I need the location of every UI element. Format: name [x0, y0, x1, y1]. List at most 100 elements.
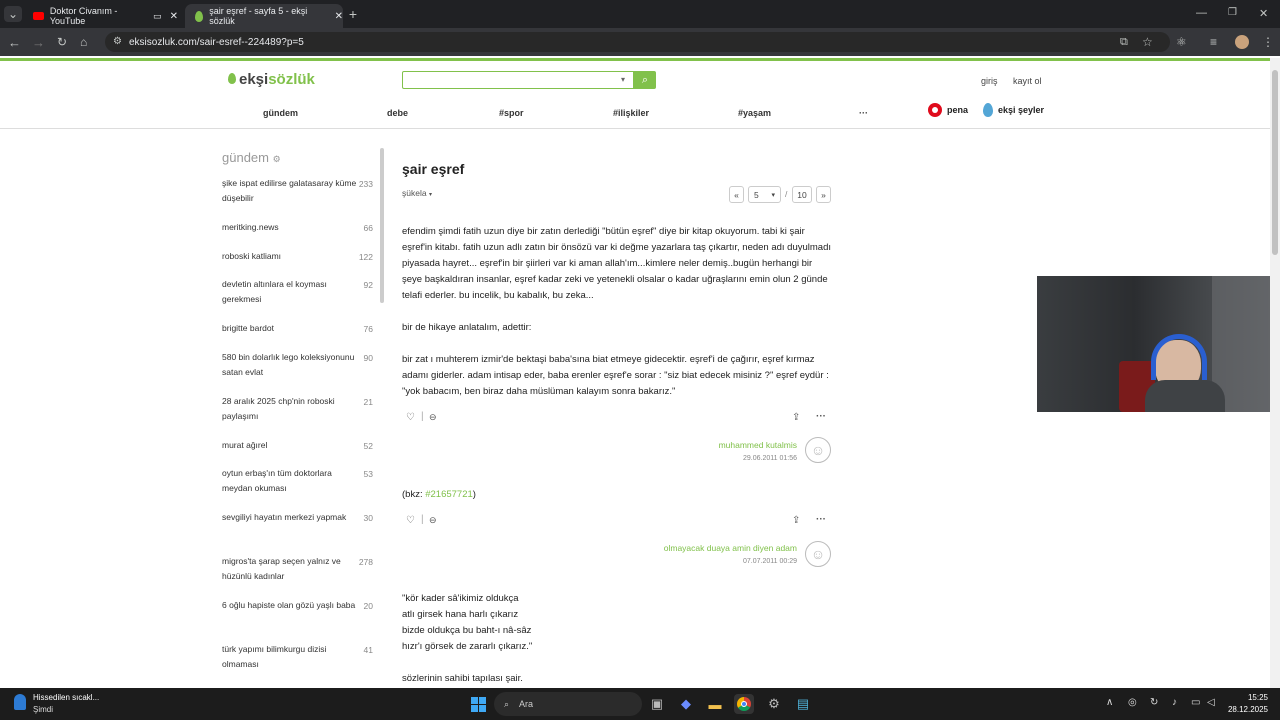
weather-title[interactable]: Hissedilen sıcakl... — [33, 693, 99, 702]
minus-vote-icon[interactable]: ⊖ — [429, 412, 437, 423]
sidebar-topic[interactable]: migros'ta şarap seçen yalnız ve hüzünlü … — [222, 554, 362, 584]
sidebar-heading[interactable]: gündem ⚙ — [222, 150, 281, 165]
window-close-icon[interactable]: ✕ — [1259, 7, 1268, 20]
profile-avatar[interactable] — [1235, 35, 1249, 49]
sidebar-topic[interactable]: şike ispat edilirse galatasaray küme düş… — [222, 176, 362, 206]
tray-app-icon[interactable]: ◎ — [1128, 697, 1137, 708]
eksi-seyler-label: ekşi şeyler — [998, 105, 1045, 115]
favorite-heart-icon[interactable]: ♡ — [406, 515, 415, 526]
favorite-heart-icon[interactable]: ♡ — [406, 412, 415, 423]
sidebar-topic[interactable]: roboski katliamı — [222, 249, 362, 264]
search-dropdown-icon[interactable]: ▾ — [621, 75, 625, 84]
reading-list-icon[interactable]: ≡ — [1210, 35, 1217, 49]
search-button[interactable]: ⌕ — [634, 71, 656, 89]
chevron-down-icon: ▾ — [428, 192, 432, 198]
nav-spor[interactable]: #spor — [499, 108, 524, 118]
sidebar-topic[interactable]: oytun erbaş'ın tüm doktorlara meydan oku… — [222, 466, 362, 496]
share-icon[interactable]: ⇪ — [792, 412, 800, 423]
settings-app-icon[interactable]: ⚙ — [764, 694, 784, 714]
tab-search-chevron-icon[interactable]: ⌄ — [4, 6, 22, 22]
install-app-icon[interactable]: ⧉ — [1120, 36, 1128, 49]
page-scrollbar-thumb[interactable] — [1272, 70, 1278, 255]
sidebar-topic[interactable]: 28 aralık 2025 chp'nin roboski paylaşımı — [222, 394, 362, 424]
volume-icon[interactable]: ◁ — [1207, 697, 1215, 708]
page-next-button[interactable]: » — [816, 186, 831, 203]
tray-sync-icon[interactable]: ↻ — [1150, 697, 1158, 708]
forward-icon[interactable]: → — [32, 35, 45, 50]
bookmark-star-icon[interactable]: ☆ — [1142, 35, 1153, 49]
weather-icon[interactable] — [14, 694, 26, 710]
minimize-icon[interactable]: — — [1196, 7, 1207, 19]
site-info-icon[interactable]: ⚙ — [113, 36, 122, 47]
page-prev-button[interactable]: « — [729, 186, 744, 203]
sidebar-topic[interactable]: devletin altınlara el koyması gerekmesi — [222, 277, 362, 307]
copilot-icon[interactable]: ◆ — [676, 694, 696, 714]
tab-close-icon[interactable]: ✕ — [335, 11, 343, 22]
sidebar-topic[interactable]: 6 oğlu hapiste olan gözü yaşlı baba — [222, 598, 362, 613]
avatar[interactable]: ☺ — [805, 541, 831, 567]
sidebar-topic[interactable]: murat ağırel — [222, 438, 362, 453]
network-icon[interactable]: ▭ — [1191, 697, 1200, 708]
pena-icon — [928, 103, 942, 117]
entry-date-2[interactable]: 07.07.2011 00:29 — [743, 558, 797, 565]
more-options-icon[interactable]: ··· — [816, 411, 826, 422]
entry-content-1-p3: bir zat ı muhterem izmir'de bektaşi baba… — [402, 354, 829, 397]
address-bar[interactable]: ⚙ eksisozluk.com/sair-esref--224489?p=5 — [105, 32, 1170, 52]
browser-toolbar: ← → ↻ ⌂ ⚙ eksisozluk.com/sair-esref--224… — [0, 28, 1280, 56]
site-logo[interactable]: ekşisözlük — [228, 71, 315, 88]
taskbar-search[interactable]: ⌕ Ara — [494, 692, 642, 716]
youtube-icon — [33, 12, 44, 20]
search-input[interactable]: ▾ — [402, 71, 634, 89]
chrome-icon[interactable] — [734, 694, 754, 714]
tray-chevron-icon[interactable]: ∧ — [1106, 697, 1113, 708]
page-last-button[interactable]: 10 — [792, 186, 812, 203]
nav-debe[interactable]: debe — [387, 108, 408, 118]
eksi-seyler-link[interactable]: ekşi şeyler — [983, 103, 1044, 117]
register-link[interactable]: kayıt ol — [1013, 76, 1042, 86]
new-tab-icon[interactable]: + — [346, 6, 360, 22]
file-explorer-icon[interactable]: ▬ — [705, 694, 725, 714]
clock-date[interactable]: 28.12.2025 — [1218, 705, 1268, 714]
tab-youtube[interactable]: Doktor Civanım - YouTube ▭ ✕ — [28, 4, 178, 28]
nav-iliskiler[interactable]: #ilişkiler — [613, 108, 649, 118]
sidebar-topic-count: 52 — [363, 440, 373, 451]
back-icon[interactable]: ← — [8, 35, 21, 50]
sidebar-topic[interactable]: 580 bin dolarlık lego koleksiyonunu sata… — [222, 350, 362, 380]
sidebar-topic[interactable]: sevgiliyi hayatın merkezi yapmak — [222, 510, 362, 525]
entry-content-3-line4: hızr'ı görsek de zararlı çıkarız." — [402, 641, 533, 652]
entry-author-2[interactable]: olmayacak duaya amin diyen adam — [664, 543, 797, 553]
tab-eksi[interactable]: şair eşref - sayfa 5 - ekşi sözlük ✕ — [185, 4, 343, 28]
nav-more[interactable]: ··· — [859, 108, 868, 118]
home-icon[interactable]: ⌂ — [80, 35, 87, 49]
sidebar-topic[interactable]: brigitte bardot — [222, 321, 362, 336]
topic-title[interactable]: şair eşref — [402, 161, 464, 177]
sort-dropdown[interactable]: şükela ▾ — [402, 188, 432, 198]
nav-yasam[interactable]: #yaşam — [738, 108, 771, 118]
notepad-icon[interactable]: ▤ — [793, 694, 813, 714]
pena-link[interactable]: pena — [928, 103, 968, 117]
more-options-icon[interactable]: ··· — [816, 514, 826, 525]
page-select[interactable]: 5 ▾ — [748, 186, 781, 203]
menu-kebab-icon[interactable]: ⋮ — [1262, 35, 1274, 49]
tab-close-icon[interactable]: ✕ — [170, 11, 178, 22]
sidebar-topic-count: 90 — [363, 352, 373, 363]
entry-date-1[interactable]: 29.06.2011 01:56 — [743, 455, 797, 462]
nav-gundem[interactable]: gündem — [263, 108, 298, 118]
restore-icon[interactable]: ❐ — [1228, 7, 1237, 18]
sidebar-topic[interactable]: türk yapımı bilimkurgu dizisi olmaması — [222, 642, 362, 672]
share-icon[interactable]: ⇪ — [792, 515, 800, 526]
reload-icon[interactable]: ↻ — [57, 35, 67, 49]
extensions-icon[interactable]: ⚛ — [1176, 35, 1187, 49]
microphone-icon[interactable]: ♪ — [1172, 697, 1177, 708]
login-link[interactable]: giriş — [981, 76, 998, 86]
clock-time[interactable]: 15:25 — [1228, 693, 1268, 702]
minus-vote-icon[interactable]: ⊖ — [429, 515, 437, 526]
windows-start-icon[interactable] — [468, 694, 488, 714]
sidebar-scrollbar[interactable] — [380, 148, 384, 303]
entry-author-1[interactable]: muhammed kutalmis — [719, 440, 797, 450]
avatar[interactable]: ☺ — [805, 437, 831, 463]
entry-reference-link[interactable]: #21657721 — [425, 489, 473, 500]
gear-icon[interactable]: ⚙ — [273, 154, 281, 164]
task-view-icon[interactable]: ▣ — [647, 694, 667, 714]
sidebar-topic[interactable]: meritking.news — [222, 220, 362, 235]
